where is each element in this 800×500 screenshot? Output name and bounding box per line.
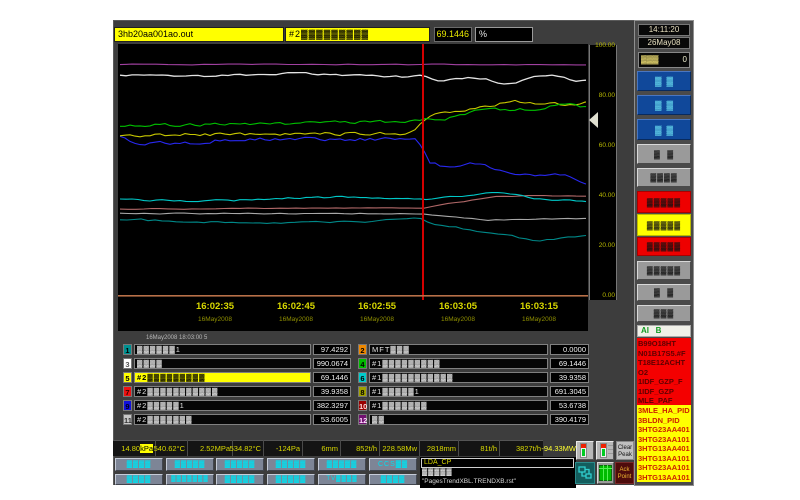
svg-text:16May2008: 16May2008	[522, 316, 556, 323]
svg-text:16:03:15: 16:03:15	[520, 301, 559, 312]
svg-text:16May2008: 16May2008	[198, 316, 232, 323]
svg-text:16:03:05: 16:03:05	[439, 301, 478, 312]
svg-text:16:02:55: 16:02:55	[358, 301, 397, 312]
svg-text:16:02:45: 16:02:45	[277, 301, 316, 312]
svg-text:16May2008: 16May2008	[360, 316, 394, 323]
svg-text:16:02:35: 16:02:35	[196, 301, 235, 312]
svg-text:16May2008: 16May2008	[441, 316, 475, 323]
svg-text:16May2008: 16May2008	[279, 316, 313, 323]
